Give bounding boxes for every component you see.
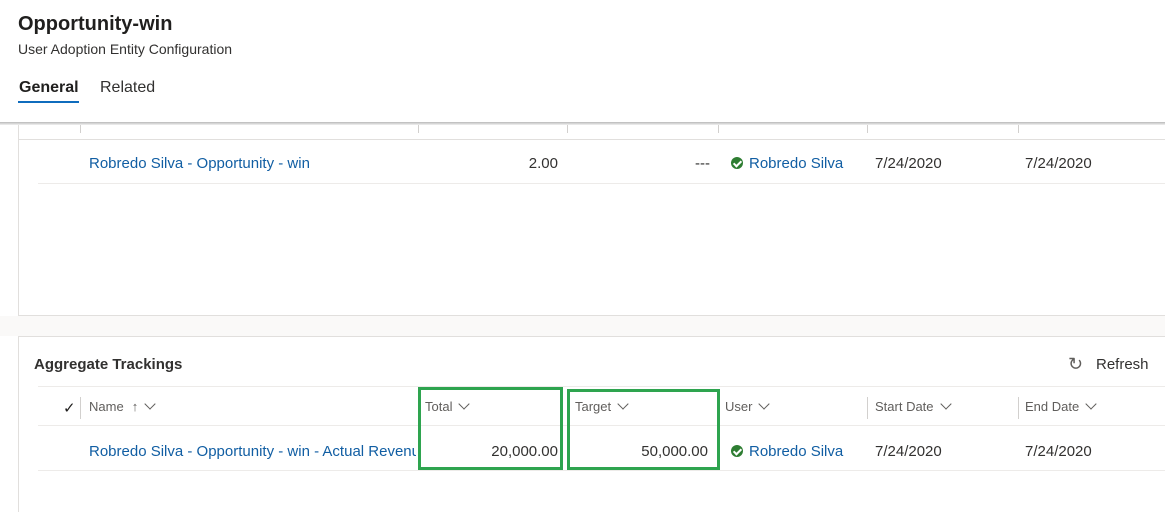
row-divider xyxy=(38,470,1165,471)
column-separator xyxy=(567,125,568,133)
column-separator xyxy=(867,125,868,133)
grid-header-border xyxy=(18,139,1165,140)
tracking-subgrid xyxy=(18,125,1165,316)
refresh-label: Refresh xyxy=(1096,356,1149,373)
chevron-down-icon xyxy=(1085,398,1097,410)
row-value: 2.00 xyxy=(528,155,558,172)
check-circle-icon xyxy=(731,157,743,169)
column-separator xyxy=(80,125,81,133)
column-header-name[interactable]: Name ↑ xyxy=(89,398,156,414)
tab-related[interactable]: Related xyxy=(100,79,155,97)
row-start-date: 7/24/2020 xyxy=(875,443,942,460)
column-label: Start Date xyxy=(875,399,934,414)
form-body: Robredo Silva - Opportunity - win 2.00 -… xyxy=(0,125,1165,512)
column-separator xyxy=(718,125,719,133)
column-separator xyxy=(1018,397,1019,419)
chevron-down-icon xyxy=(939,398,952,410)
user-link[interactable]: Robredo Silva xyxy=(749,155,843,172)
row-user[interactable]: Robredo Silva xyxy=(731,443,843,460)
column-separator xyxy=(80,397,81,419)
column-label: Name xyxy=(89,399,124,414)
refresh-icon: ↻ xyxy=(1068,354,1084,374)
row-divider xyxy=(38,183,1165,184)
column-header-user[interactable]: User xyxy=(725,398,771,414)
row-end-date: 7/24/2020 xyxy=(1025,443,1092,460)
select-all-checkbox[interactable]: ✓ xyxy=(63,399,76,417)
record-title: Opportunity-win xyxy=(18,13,173,35)
chevron-down-icon xyxy=(144,398,156,410)
tab-general[interactable]: General xyxy=(19,79,79,97)
row-end-date: 7/24/2020 xyxy=(1025,155,1092,172)
check-circle-icon xyxy=(731,445,743,457)
column-separator xyxy=(867,397,868,419)
arrow-up-icon: ↑ xyxy=(131,399,139,414)
total-highlight-box xyxy=(418,387,563,470)
column-header-end-date[interactable]: End Date xyxy=(1025,398,1097,414)
selected-tab-indicator xyxy=(18,101,79,103)
record-subtitle: User Adoption Entity Configuration xyxy=(18,41,233,57)
target-highlight-box xyxy=(567,389,720,470)
column-header-start-date[interactable]: Start Date xyxy=(875,398,952,414)
user-link[interactable]: Robredo Silva xyxy=(749,443,843,460)
row-name-link[interactable]: Robredo Silva - Opportunity - win - Actu… xyxy=(89,443,416,460)
form-header: Opportunity-win User Adoption Entity Con… xyxy=(0,0,1165,124)
row-name-link[interactable]: Robredo Silva - Opportunity - win xyxy=(89,155,310,172)
header-divider-line xyxy=(38,386,1165,387)
row-target: --- xyxy=(695,155,710,172)
section-gap xyxy=(0,316,1165,336)
column-label: User xyxy=(725,399,753,414)
refresh-button[interactable]: ↻ Refresh xyxy=(1068,354,1149,375)
section-title: Aggregate Trackings xyxy=(34,356,183,373)
column-separator xyxy=(418,125,419,133)
column-separator xyxy=(1018,125,1019,133)
chevron-down-icon xyxy=(758,398,771,410)
row-user[interactable]: Robredo Silva xyxy=(731,155,843,172)
row-start-date: 7/24/2020 xyxy=(875,155,942,172)
column-label: End Date xyxy=(1025,399,1080,414)
